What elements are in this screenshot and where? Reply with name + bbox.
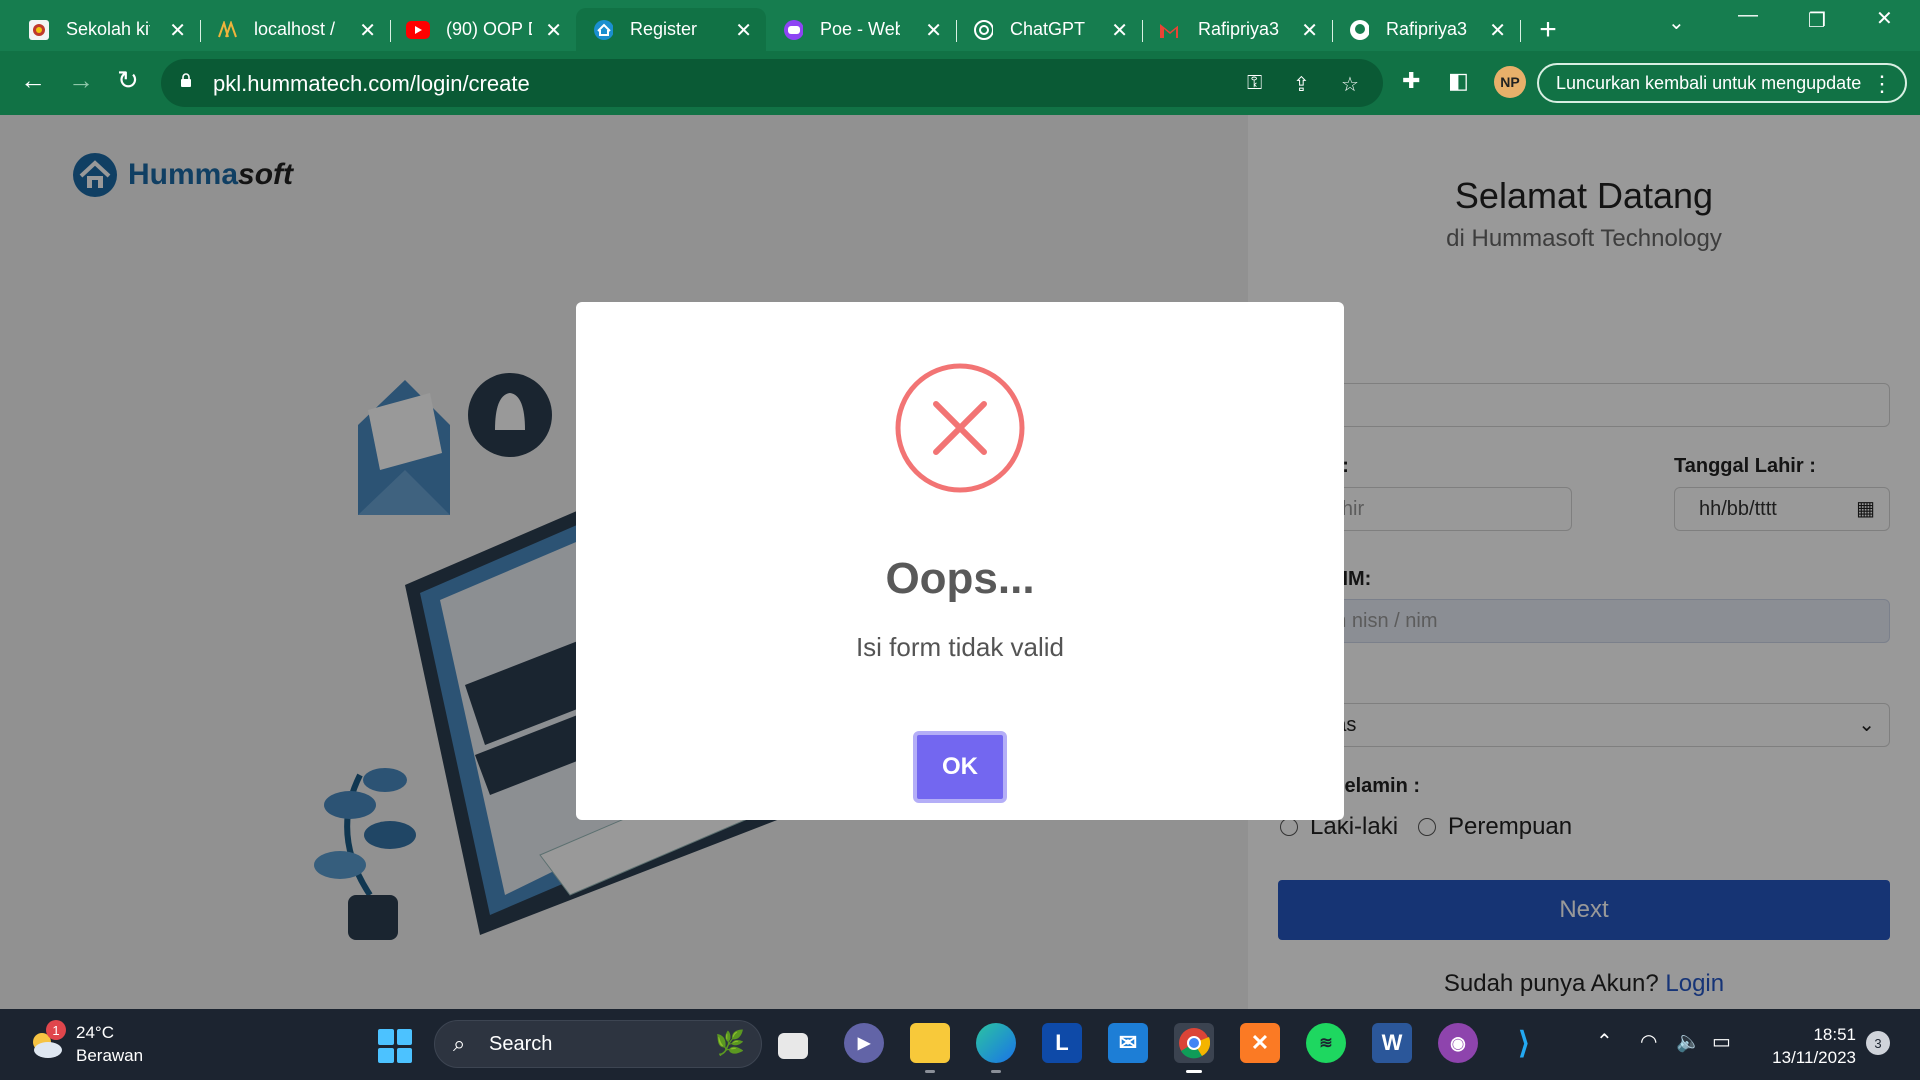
system-clock[interactable]: 18:51 13/11/2023 [1760, 1023, 1856, 1069]
clock-time: 18:51 [1813, 1025, 1856, 1044]
poe-icon [783, 20, 803, 40]
search-placeholder: Search [489, 1032, 553, 1055]
weather-desc: Berawan [76, 1046, 144, 1065]
extensions-icon[interactable]: ✚ [1402, 68, 1420, 94]
tab-localhost[interactable]: localhost / ✕ [200, 8, 391, 51]
tab-sekolah[interactable]: Sekolah kita ✕ [0, 8, 201, 51]
address-bar[interactable]: pkl.hummatech.com/login/create ⚿ ⇪ ☆ [161, 59, 1383, 107]
star-icon[interactable]: ☆ [1341, 72, 1359, 97]
close-icon[interactable]: ✕ [545, 18, 562, 43]
tab-title: Sekolah kita [66, 19, 150, 39]
error-x-icon [895, 363, 1025, 493]
ok-button[interactable]: OK [913, 731, 1007, 803]
cloudy-weather-icon: 1 [26, 1020, 66, 1064]
chrome-icon[interactable] [1174, 1023, 1214, 1073]
dialog-title: Oops... [885, 554, 1035, 603]
new-tab-button[interactable]: + [1528, 8, 1568, 51]
windows-taskbar: 1 24°C Berawan ⌕ Search 🌿 ▶ L ✉ ✕ ≋ W ◉ … [0, 1009, 1920, 1080]
back-icon[interactable]: ← [20, 65, 46, 96]
wifi-icon[interactable]: ◠ [1640, 1029, 1657, 1054]
forward-icon[interactable]: → [68, 65, 94, 96]
relaunch-update-button[interactable]: Luncurkan kembali untuk mengupdate ⋮ [1537, 63, 1907, 103]
browser-toolbar: ← → ↻ pkl.hummatech.com/login/create ⚿ ⇪… [0, 51, 1920, 115]
hummasoft-icon [593, 20, 613, 40]
taskbar-search[interactable]: ⌕ Search 🌿 [434, 1020, 762, 1068]
xampp-icon[interactable]: ✕ [1240, 1023, 1280, 1063]
close-icon[interactable]: ✕ [1301, 18, 1318, 43]
update-label: Luncurkan kembali untuk mengupdate [1556, 72, 1862, 93]
weather-text: 24°C Berawan [76, 1021, 143, 1067]
tab-register[interactable]: Register ✕ [576, 8, 766, 51]
tab-chatgpt[interactable]: ChatGPT ✕ [956, 8, 1143, 51]
mail-icon[interactable]: ✉ [1108, 1023, 1148, 1063]
tab-title: ChatGPT [1010, 19, 1086, 39]
lock-icon [181, 73, 191, 87]
school-icon [29, 20, 49, 40]
github-icon [1349, 20, 1369, 40]
dialog-message: Isi form tidak valid [855, 632, 1065, 662]
youtube-icon [406, 21, 430, 39]
profile-avatar[interactable]: NP [1494, 66, 1526, 98]
restore-icon[interactable]: ❐ [1808, 8, 1826, 33]
teams-chat-icon[interactable]: ▶ [844, 1023, 884, 1063]
file-explorer-icon[interactable] [910, 1023, 950, 1073]
tab-title: Rafipriya3 [1198, 19, 1280, 39]
close-icon[interactable]: ✕ [735, 18, 752, 43]
clock-date: 13/11/2023 [1772, 1048, 1856, 1067]
page-content: Hummasoft Selamat Datang di Hummasoft Te… [0, 115, 1920, 1009]
more-menu-icon[interactable]: ⋮ [1871, 71, 1893, 97]
start-button[interactable] [378, 1029, 412, 1063]
l-app-icon[interactable]: L [1042, 1023, 1082, 1063]
url-text: pkl.hummatech.com/login/create [213, 71, 530, 96]
tab-poe[interactable]: Poe - Web ✕ [766, 8, 957, 51]
github-desktop-icon[interactable]: ◉ [1438, 1023, 1478, 1063]
weather-temp: 24°C [76, 1023, 114, 1042]
task-view-icon[interactable] [778, 1033, 808, 1059]
search-highlight-icon: 🌿 [715, 1030, 745, 1057]
share-icon[interactable]: ⇪ [1293, 72, 1310, 97]
vscode-icon[interactable]: ⟩ [1504, 1023, 1544, 1063]
close-window-icon[interactable]: ✕ [1876, 6, 1893, 31]
weather-badge: 1 [46, 1020, 66, 1040]
notification-badge[interactable]: 3 [1866, 1031, 1890, 1055]
close-icon[interactable]: ✕ [169, 18, 186, 43]
phpmyadmin-icon [217, 20, 237, 40]
chevron-up-icon[interactable]: ⌃ [1596, 1029, 1613, 1054]
weather-widget[interactable]: 1 24°C Berawan [26, 1020, 143, 1067]
close-icon[interactable]: ✕ [359, 18, 376, 43]
chatgpt-icon [973, 20, 993, 40]
close-icon[interactable]: ✕ [925, 18, 942, 43]
edge-icon[interactable] [976, 1023, 1016, 1073]
tab-github[interactable]: Rafipriya3 ✕ [1332, 8, 1521, 51]
tab-title: Register [630, 19, 698, 39]
battery-icon[interactable]: ▭ [1712, 1029, 1731, 1054]
tab-title: (90) OOP D [446, 19, 532, 39]
reload-icon[interactable]: ↻ [117, 65, 139, 96]
word-icon[interactable]: W [1372, 1023, 1412, 1063]
gmail-icon [1158, 20, 1178, 40]
minimize-icon[interactable]: — [1738, 4, 1758, 27]
tab-title: localhost / [254, 19, 336, 39]
side-panel-icon[interactable]: ◧ [1448, 68, 1469, 94]
search-icon: ⌕ [453, 1031, 466, 1056]
tab-youtube[interactable]: (90) OOP D ✕ [390, 8, 577, 51]
tab-strip: Sekolah kita ✕ localhost / ✕ (90) OOP D … [0, 0, 1920, 51]
key-icon[interactable]: ⚿ [1247, 72, 1262, 95]
tab-gmail[interactable]: Rafipriya3 ✕ [1142, 8, 1333, 51]
error-dialog: Oops... Isi form tidak valid OK [576, 302, 1344, 820]
tab-title: Rafipriya3 [1386, 19, 1468, 39]
close-icon[interactable]: ✕ [1489, 18, 1506, 43]
tab-search-icon[interactable]: ⌄ [1668, 10, 1685, 35]
volume-muted-icon[interactable]: 🔈 [1676, 1029, 1701, 1054]
spotify-icon[interactable]: ≋ [1306, 1023, 1346, 1063]
close-icon[interactable]: ✕ [1111, 18, 1128, 43]
tab-title: Poe - Web [820, 19, 900, 39]
